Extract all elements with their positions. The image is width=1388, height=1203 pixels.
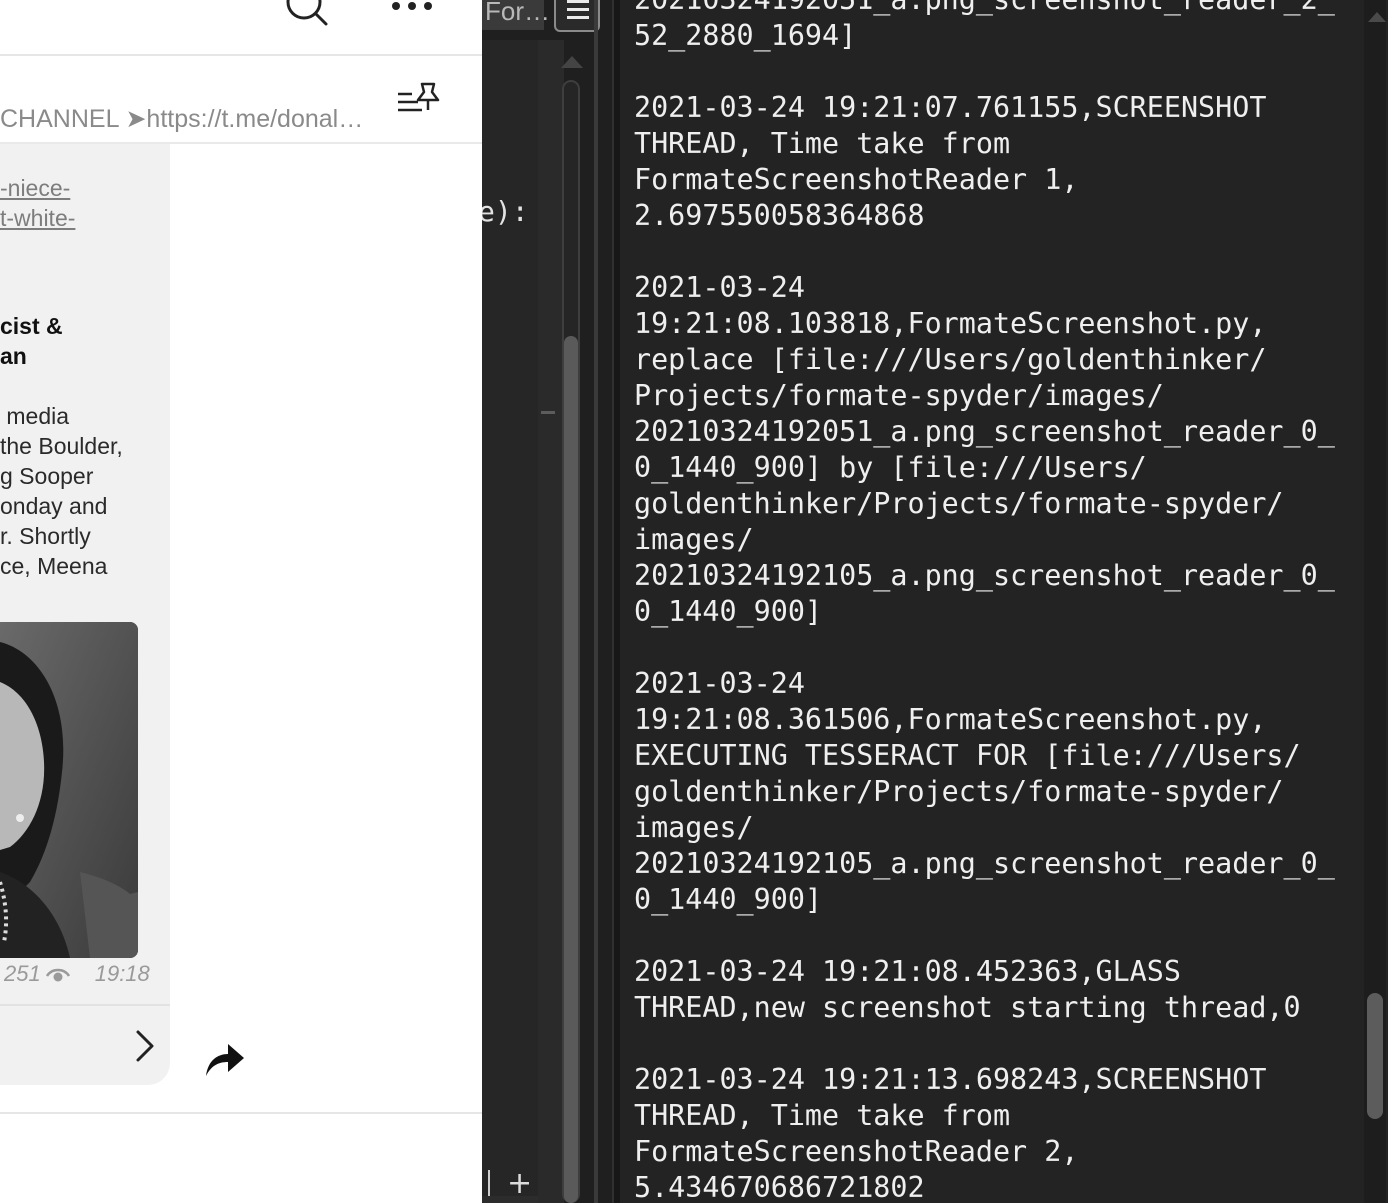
- code-fragment: e):: [482, 195, 529, 228]
- message-meta: 251 19:18: [4, 961, 150, 987]
- console-line: 2021-03-24 19:21:13.698243,SCREENSHOT: [634, 1063, 1267, 1096]
- console-scrollbar-thumb[interactable]: [1367, 993, 1383, 1119]
- console-line: 2021-03-24: [634, 667, 805, 700]
- message-bold-line: an: [0, 343, 27, 369]
- pane-divider[interactable]: [612, 0, 620, 1203]
- search-icon[interactable]: [284, 0, 328, 30]
- message-body-line: ce, Meena: [0, 553, 108, 579]
- console-line: 2021-03-24: [634, 271, 805, 304]
- message-link-line[interactable]: t-white-: [0, 203, 75, 233]
- console-line: EXECUTING TESSERACT FOR [file:///Users/: [634, 739, 1301, 772]
- editor-tab[interactable]: For…: [482, 0, 550, 30]
- telegram-window: CHANNEL ➤https://t.me/donal… -niece- t-w…: [0, 0, 482, 1203]
- console-line: FormateScreenshotReader 1,: [634, 163, 1079, 196]
- composer-divider: [0, 1112, 482, 1114]
- pane-divider[interactable]: [594, 0, 598, 1203]
- console-line: Projects/formate-spyder/images/: [634, 379, 1164, 412]
- menu-bar-icon: [567, 0, 589, 3]
- pinned-message-text[interactable]: CHANNEL ➤https://t.me/donal…: [0, 101, 384, 137]
- console-line: 5.434670686721802: [634, 1171, 925, 1203]
- more-options-icon[interactable]: [390, 0, 434, 16]
- message-body-line: the Boulder,: [0, 433, 123, 459]
- menu-bar-icon: [567, 8, 589, 11]
- console-line: goldenthinker/Projects/formate-spyder/: [634, 487, 1284, 520]
- console-line: 52_2880_1694]: [634, 19, 857, 52]
- console-line: images/: [634, 811, 754, 844]
- console-line: THREAD,new screenshot starting thread,0: [634, 991, 1301, 1024]
- message-divider: [0, 1004, 170, 1006]
- console-line: 20210324192105_a.png_screenshot_reader_0…: [634, 847, 1335, 880]
- status-bar-strip: [482, 1196, 542, 1203]
- message-bold-line: cist &: [0, 313, 63, 339]
- console-line: 19:21:08.103818,FormateScreenshot.py,: [634, 307, 1267, 340]
- console-output[interactable]: 20210324192051_a.png_screenshot_reader_2…: [620, 0, 1388, 1203]
- chat-header: [0, 0, 482, 56]
- editor-pane: e): +: [482, 40, 538, 1203]
- pinned-list-icon[interactable]: [396, 80, 442, 120]
- scroll-up-arrow-icon[interactable]: [561, 56, 583, 68]
- eye-icon: [45, 968, 70, 982]
- console-line: 20210324192105_a.png_screenshot_reader_0…: [634, 559, 1335, 592]
- console-line: FormateScreenshotReader 2,: [634, 1135, 1079, 1168]
- console-line: replace [file:///Users/goldenthinker/: [634, 343, 1267, 376]
- console-line: THREAD, Time take from: [634, 1099, 1011, 1132]
- views-count: 251: [4, 961, 41, 986]
- console-line: 2021-03-24 19:21:08.452363,GLASS: [634, 955, 1181, 988]
- chevron-right-icon[interactable]: [130, 1028, 158, 1064]
- message-link-line[interactable]: -niece-: [0, 173, 70, 203]
- editor-gutter: [538, 40, 564, 1203]
- menu-bar-icon: [567, 16, 589, 19]
- portrait-photo-image: [0, 622, 138, 958]
- console-line: 0_1440_900]: [634, 595, 823, 628]
- message-body-line: onday and: [0, 493, 108, 519]
- ide-editor-strip: e): + For…: [482, 0, 620, 1203]
- console-line: THREAD, Time take from: [634, 127, 1011, 160]
- share-icon[interactable]: [202, 1040, 246, 1080]
- splitter-handle[interactable]: [541, 411, 555, 414]
- console-line: 2.697550058364868: [634, 199, 925, 232]
- scroll-up-arrow-icon[interactable]: [1368, 12, 1386, 22]
- message-photo[interactable]: [0, 622, 138, 958]
- message-body-line: r. Shortly: [0, 523, 91, 549]
- console-line: 20210324192051_a.png_screenshot_reader_2…: [634, 0, 1335, 18]
- console-line: 20210324192051_a.png_screenshot_reader_0…: [634, 415, 1335, 448]
- message-time: 19:18: [94, 961, 150, 986]
- console-tab-marker: [482, 1170, 490, 1198]
- message-body-line: media: [0, 403, 70, 429]
- console-line: 19:21:08.361506,FormateScreenshot.py,: [634, 703, 1267, 736]
- message-body-line: g Sooper: [0, 463, 94, 489]
- console-line: 0_1440_900]: [634, 883, 823, 916]
- console-line: 0_1440_900] by [file:///Users/: [634, 451, 1147, 484]
- console-text: 20210324192051_a.png_screenshot_reader_2…: [634, 0, 1335, 1203]
- console-line: images/: [634, 523, 754, 556]
- console-line: goldenthinker/Projects/formate-spyder/: [634, 775, 1284, 808]
- editor-scrollbar-thumb[interactable]: [564, 336, 578, 1203]
- console-line: 2021-03-24 19:21:07.761155,SCREENSHOT: [634, 91, 1267, 124]
